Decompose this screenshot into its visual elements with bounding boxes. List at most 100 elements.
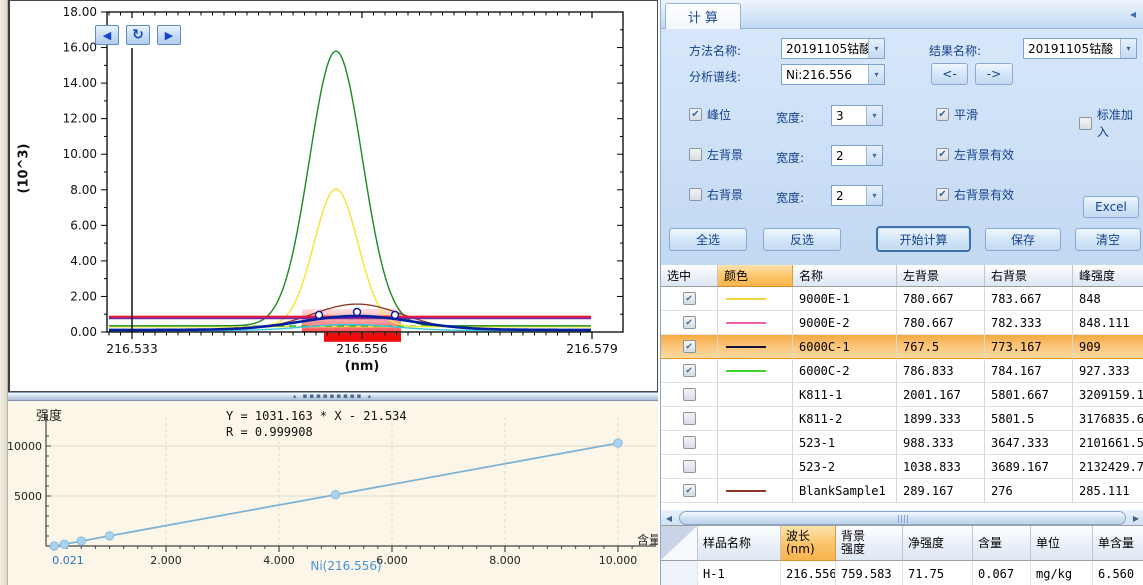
- spectral-chart-canvas[interactable]: 0.002.004.006.008.0010.0012.0014.0016.00…: [10, 1, 658, 392]
- method-name-select[interactable]: 20191105钴酸 ▾: [781, 38, 885, 59]
- row-select-checkbox[interactable]: [683, 388, 696, 401]
- series-col-header[interactable]: 左背景: [897, 265, 985, 287]
- tab-calculate[interactable]: 计 算: [665, 3, 741, 29]
- table-row[interactable]: 523-1988.3333647.3332101661.555: [661, 431, 1143, 455]
- left-bg-valid-checkbox-row[interactable]: ✔ 左背景有效: [936, 146, 1014, 163]
- prev-result-button[interactable]: <-: [931, 63, 968, 85]
- standard-addition-checkbox-row[interactable]: 标准加入: [1079, 106, 1143, 140]
- table-row[interactable]: 523-21038.8333689.1672132429.778: [661, 455, 1143, 479]
- analysis-line-select[interactable]: Ni:216.556 ▾: [781, 64, 885, 85]
- peak-intensity-cell: 927.333: [1073, 359, 1143, 383]
- scrollbar-thumb[interactable]: [679, 511, 1126, 525]
- svg-text:12.00: 12.00: [63, 112, 97, 126]
- row-select-checkbox[interactable]: ✔: [683, 292, 696, 305]
- result-cell: 0.067: [973, 561, 1031, 585]
- refresh-button[interactable]: ↻: [126, 25, 150, 45]
- left-background-checkbox[interactable]: [689, 148, 702, 161]
- result-row[interactable]: H-1216.556759.58371.750.067mg/kg6.560: [661, 561, 1143, 585]
- standard-addition-checkbox[interactable]: [1079, 117, 1092, 130]
- method-name-label: 方法名称:: [689, 42, 741, 59]
- row-select-checkbox[interactable]: ✔: [683, 484, 696, 497]
- right-background-checkbox[interactable]: [689, 188, 702, 201]
- left-bg-cell: 1038.833: [897, 455, 985, 479]
- table-row[interactable]: K811-12001.1675801.6673209159.111: [661, 383, 1143, 407]
- chevron-down-icon[interactable]: ▾: [1120, 39, 1136, 58]
- collapse-panel-icon[interactable]: ◂: [1130, 7, 1136, 21]
- table-row[interactable]: ✔6000C-1767.5773.167909: [661, 335, 1143, 359]
- result-cell: 6.560: [1093, 561, 1143, 585]
- row-select-checkbox[interactable]: [683, 460, 696, 473]
- peak-position-checkbox-row[interactable]: ✔ 峰位: [689, 106, 731, 123]
- series-col-header[interactable]: 峰强度: [1073, 265, 1143, 287]
- clear-button[interactable]: 清空: [1075, 228, 1141, 251]
- invert-selection-button[interactable]: 反选: [763, 228, 841, 251]
- excel-export-button[interactable]: Excel: [1083, 196, 1139, 218]
- start-calculation-button[interactable]: 开始计算: [876, 226, 971, 252]
- left-bg-valid-checkbox[interactable]: ✔: [936, 148, 949, 161]
- chevron-down-icon[interactable]: ▾: [868, 39, 884, 58]
- peak-intensity-cell: 285.111: [1073, 479, 1143, 503]
- left-bg-width-select[interactable]: 2 ▾: [831, 145, 883, 166]
- save-button[interactable]: 保存: [985, 228, 1061, 251]
- horizontal-scrollbar[interactable]: ◀ ▶: [661, 509, 1143, 525]
- scroll-right-icon[interactable]: ▶: [1128, 510, 1143, 526]
- chart-splitter[interactable]: ▴ ▪▪▪▪▪▪▪▪▪ ▴: [8, 392, 658, 401]
- series-col-header[interactable]: 选中: [661, 265, 718, 287]
- table-row[interactable]: K811-21899.3335801.53176835.667: [661, 407, 1143, 431]
- peak-width-select[interactable]: 3 ▾: [831, 105, 883, 126]
- chevron-down-icon[interactable]: ▾: [866, 106, 882, 125]
- row-select-checkbox[interactable]: ✔: [683, 364, 696, 377]
- chevron-down-icon[interactable]: ▾: [866, 146, 882, 165]
- svg-text:6.00: 6.00: [70, 218, 97, 232]
- calibration-chart-panel: 5000100002.0004.0006.0008.00010.0000.021…: [8, 401, 658, 585]
- result-col-header[interactable]: 样品名称: [698, 526, 781, 561]
- result-col-header[interactable]: 净强度: [903, 526, 973, 561]
- table-row[interactable]: ✔6000C-2786.833784.167927.333: [661, 359, 1143, 383]
- series-col-header[interactable]: 颜色: [718, 265, 793, 287]
- series-col-header[interactable]: 名称: [793, 265, 897, 287]
- table-row[interactable]: ✔9000E-1780.667783.667848: [661, 287, 1143, 311]
- calibration-chart-canvas[interactable]: 5000100002.0004.0006.0008.00010.0000.021: [8, 401, 658, 585]
- row-select-checkbox[interactable]: ✔: [683, 340, 696, 353]
- svg-text:4.00: 4.00: [70, 254, 97, 268]
- sample-name-cell: 523-1: [793, 431, 897, 455]
- svg-text:5000: 5000: [14, 490, 42, 503]
- splitter-handle-icon[interactable]: ▴ ▪▪▪▪▪▪▪▪▪ ▴: [293, 393, 373, 400]
- right-bg-cell: 773.167: [985, 335, 1073, 359]
- row-select-checkbox[interactable]: [683, 436, 696, 449]
- row-select-checkbox[interactable]: [683, 412, 696, 425]
- series-table-header: 选中颜色名称左背景右背景峰强度: [661, 265, 1143, 287]
- right-bg-valid-checkbox-row[interactable]: ✔ 右背景有效: [936, 186, 1014, 203]
- smooth-label: 平滑: [954, 106, 978, 123]
- row-select-checkbox[interactable]: ✔: [683, 316, 696, 329]
- smooth-checkbox[interactable]: ✔: [936, 108, 949, 121]
- table-row[interactable]: ✔BlankSample1289.167276285.111: [661, 479, 1143, 503]
- result-name-select[interactable]: 20191105钴酸 ▾: [1023, 38, 1137, 59]
- result-col-header[interactable]: 含量: [973, 526, 1031, 561]
- scroll-left-icon[interactable]: ◀: [661, 510, 677, 526]
- right-bg-valid-checkbox[interactable]: ✔: [936, 188, 949, 201]
- series-color-swatch: [726, 298, 766, 300]
- chevron-down-icon[interactable]: ▾: [868, 65, 884, 84]
- series-col-header[interactable]: 右背景: [985, 265, 1073, 287]
- table-row[interactable]: ✔9000E-2780.667782.333848.111: [661, 311, 1143, 335]
- right-bg-width-select[interactable]: 2 ▾: [831, 185, 883, 206]
- chevron-down-icon[interactable]: ▾: [866, 186, 882, 205]
- calculation-form: 方法名称: 20191105钴酸 ▾ 结果名称: 20191105钴酸 ▾ 分析…: [661, 29, 1143, 265]
- table-corner-cell[interactable]: [661, 526, 698, 561]
- left-background-checkbox-row[interactable]: 左背景: [689, 146, 743, 163]
- series-color-swatch: [726, 370, 766, 372]
- smooth-checkbox-row[interactable]: ✔ 平滑: [936, 106, 978, 123]
- right-background-checkbox-row[interactable]: 右背景: [689, 186, 743, 203]
- result-col-header[interactable]: 单位: [1031, 526, 1093, 561]
- result-col-header[interactable]: 波长 (nm): [781, 526, 836, 561]
- prev-line-button[interactable]: ◀: [95, 25, 119, 45]
- next-line-button[interactable]: ▶: [157, 25, 181, 45]
- result-col-header[interactable]: 背景 强度: [836, 526, 903, 561]
- select-all-button[interactable]: 全选: [669, 228, 747, 251]
- series-color-swatch: [726, 322, 766, 324]
- peak-intensity-cell: 3176835.667: [1073, 407, 1143, 431]
- peak-position-checkbox[interactable]: ✔: [689, 108, 702, 121]
- result-col-header[interactable]: 单含量: [1093, 526, 1143, 561]
- next-result-button[interactable]: ->: [975, 63, 1013, 85]
